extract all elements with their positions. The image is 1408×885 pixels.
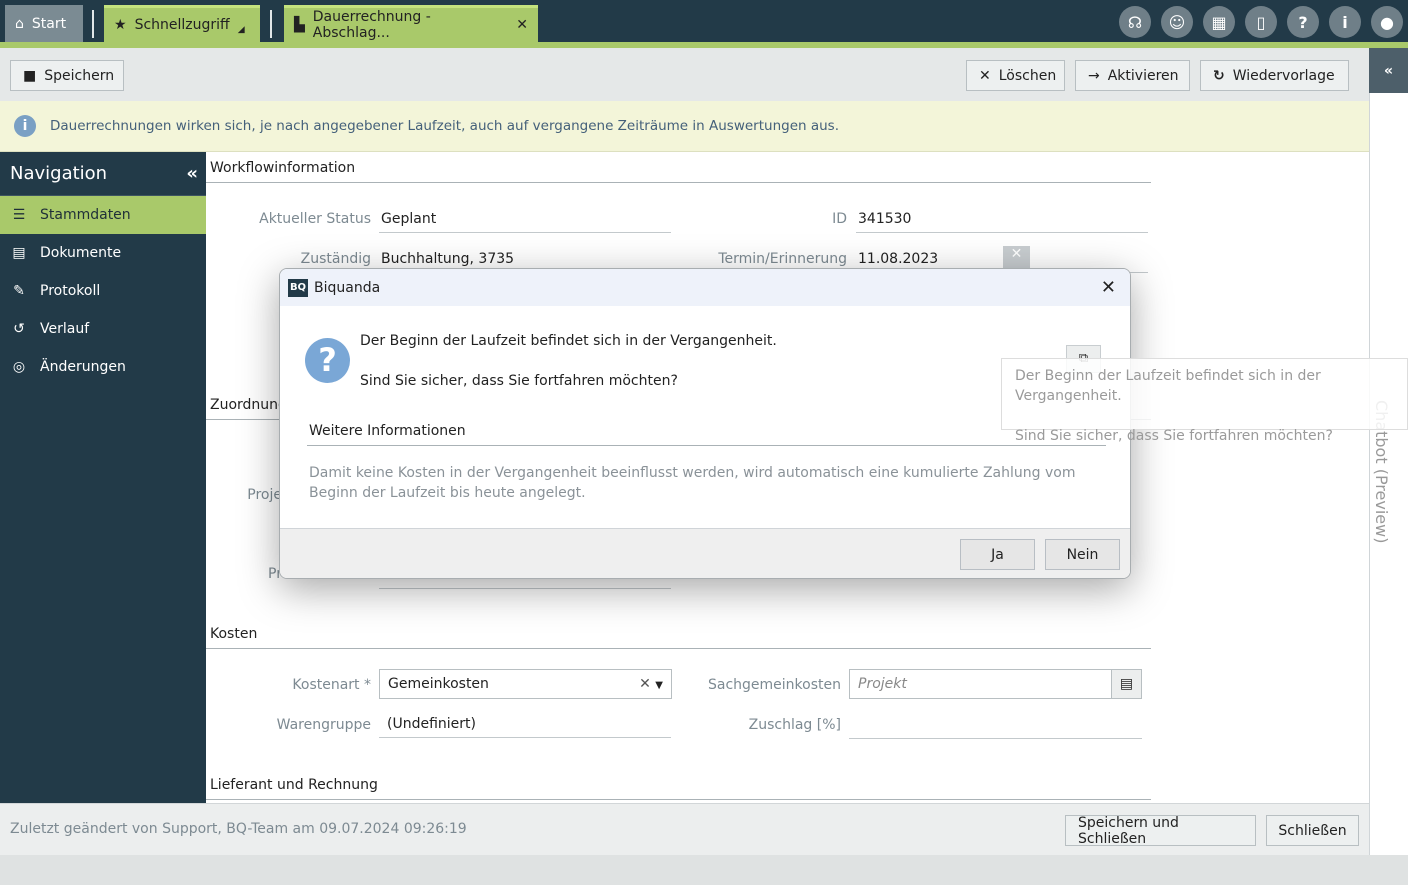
document-import-icon: ▙: [294, 17, 305, 33]
help-icon[interactable]: ?: [1287, 6, 1319, 38]
dropdown-icon: ◢: [237, 25, 245, 35]
resubmit-button[interactable]: ↻ Wiedervorlage: [1200, 60, 1349, 91]
clear-date-icon[interactable]: ✕: [1003, 246, 1030, 270]
smiley-icon[interactable]: ☺: [1161, 6, 1193, 38]
tooltip-line-1: Der Beginn der Laufzeit befindet sich in…: [1015, 368, 1321, 404]
cost-type-label: Kostenart *: [292, 677, 371, 693]
x-icon: ✕: [979, 67, 991, 84]
surcharge-label: Zuschlag [%]: [748, 717, 841, 733]
section-supplier: Lieferant und Rechnung: [206, 777, 1151, 800]
toolbar: ■ Speichern ✕ Löschen → Aktivieren ↻ Wiederv…: [0, 48, 1369, 101]
status-label: Aktueller Status: [259, 211, 371, 227]
delete-button[interactable]: ✕ Löschen: [966, 60, 1065, 91]
top-bar: ⌂ Start ★ Schnellzugriff ◢ ▙ Dauerrechnung -…: [0, 0, 1408, 42]
headset-icon[interactable]: ☊: [1119, 6, 1151, 38]
id-label: ID: [832, 211, 847, 227]
surcharge-input[interactable]: [849, 716, 1142, 739]
yes-button[interactable]: Ja: [960, 539, 1035, 570]
last-changed-text: Zuletzt geändert von Support, BQ-Team am…: [10, 821, 467, 837]
more-info-header[interactable]: Weitere Informationen: [307, 423, 1106, 446]
project-label: Proje: [247, 487, 282, 503]
close-dialog-icon[interactable]: ✕: [1101, 277, 1116, 298]
biquanda-logo-icon: BQ: [288, 278, 308, 297]
status-value: Geplant: [379, 211, 671, 233]
section-workflow: Workflowinformation: [206, 160, 1151, 183]
list-icon: ☰: [12, 207, 26, 223]
dialog-message-1: Der Beginn der Laufzeit befindet sich in…: [360, 333, 777, 349]
nav-item-protokoll[interactable]: ✎ Protokoll: [0, 272, 206, 310]
reminder-label: Termin/Erinnerung: [718, 251, 847, 267]
history-icon: ↺: [13, 321, 25, 337]
footer: Zuletzt geändert von Support, BQ-Team am…: [0, 803, 1369, 855]
overhead-label: Sachgemeinkosten: [708, 677, 841, 693]
close-tab-icon[interactable]: ✕: [516, 17, 528, 33]
expand-chatbot-icon[interactable]: «: [1369, 48, 1408, 93]
nav-item-verlauf[interactable]: ↺ Verlauf: [0, 310, 206, 348]
question-icon: ?: [305, 338, 350, 383]
clear-icon[interactable]: ✕: [639, 676, 651, 692]
tooltip-line-2: Sind Sie sicher, dass Sie fortfahren möc…: [1015, 428, 1333, 444]
list-picker-icon[interactable]: ▤: [1111, 669, 1142, 699]
collapse-icon[interactable]: «: [186, 163, 198, 184]
save-button[interactable]: ■ Speichern: [10, 60, 124, 91]
info-icon[interactable]: i: [1329, 6, 1361, 38]
star-icon: ★: [114, 17, 127, 33]
document-icon: ▤: [12, 245, 26, 261]
navigation-sidebar: Navigation « ☰ Stammdaten ▤ Dokumente ✎ Prot…: [0, 152, 206, 803]
group-label: Warengruppe: [276, 717, 371, 733]
chevron-down-icon: ▼: [655, 680, 663, 691]
tab-quick-access[interactable]: ★ Schnellzugriff ◢: [104, 5, 260, 42]
status-bar: [0, 855, 1408, 885]
id-value: 341530: [856, 211, 1148, 233]
redo-icon: ↻: [1213, 67, 1225, 84]
gift-icon[interactable]: ▦: [1203, 6, 1235, 38]
activate-button[interactable]: → Aktivieren: [1075, 60, 1190, 91]
info-circle-icon: i: [14, 115, 36, 137]
tab-start[interactable]: ⌂ Start: [5, 5, 83, 42]
copy-tooltip: Der Beginn der Laufzeit befindet sich in…: [1001, 358, 1408, 444]
tab-document[interactable]: ▙ Dauerrechnung - Abschlag... ✕: [284, 5, 538, 42]
info-banner: i Dauerrechnungen wirken sich, je nach an…: [0, 101, 1369, 152]
nav-item-stammdaten[interactable]: ☰ Stammdaten: [0, 196, 206, 234]
save-and-close-button[interactable]: Speichern und Schließen: [1065, 815, 1256, 847]
project-label-2: Pr: [268, 566, 282, 582]
dialog-detail: Damit keine Kosten in der Vergangenheit …: [309, 465, 1076, 501]
close-button[interactable]: Schließen: [1266, 815, 1359, 846]
phone-icon[interactable]: ▯: [1245, 6, 1277, 38]
cost-type-select[interactable]: Gemeinkosten ✕ ▼: [379, 669, 672, 699]
overhead-input[interactable]: Projekt: [849, 669, 1112, 699]
group-value[interactable]: (Undefiniert): [379, 716, 671, 738]
home-icon: ⌂: [15, 15, 24, 32]
section-costs: Kosten: [206, 626, 1151, 649]
dialog-title: Biquanda: [314, 279, 381, 296]
nav-item-dokumente[interactable]: ▤ Dokumente: [0, 234, 206, 272]
no-button[interactable]: Nein: [1045, 539, 1120, 570]
dialog-message-2: Sind Sie sicher, dass Sie fortfahren möc…: [360, 373, 678, 389]
nav-item-aenderungen[interactable]: ◎ Änderungen: [0, 348, 206, 386]
floppy-icon: ■: [23, 67, 37, 84]
fingerprint-icon: ◎: [12, 359, 26, 375]
user-icon[interactable]: ●: [1371, 6, 1403, 38]
responsible-label: Zuständig: [300, 251, 371, 267]
signature-icon: ✎: [13, 283, 25, 299]
nav-title: Navigation: [10, 163, 108, 184]
arrow-right-icon: →: [1088, 67, 1100, 84]
